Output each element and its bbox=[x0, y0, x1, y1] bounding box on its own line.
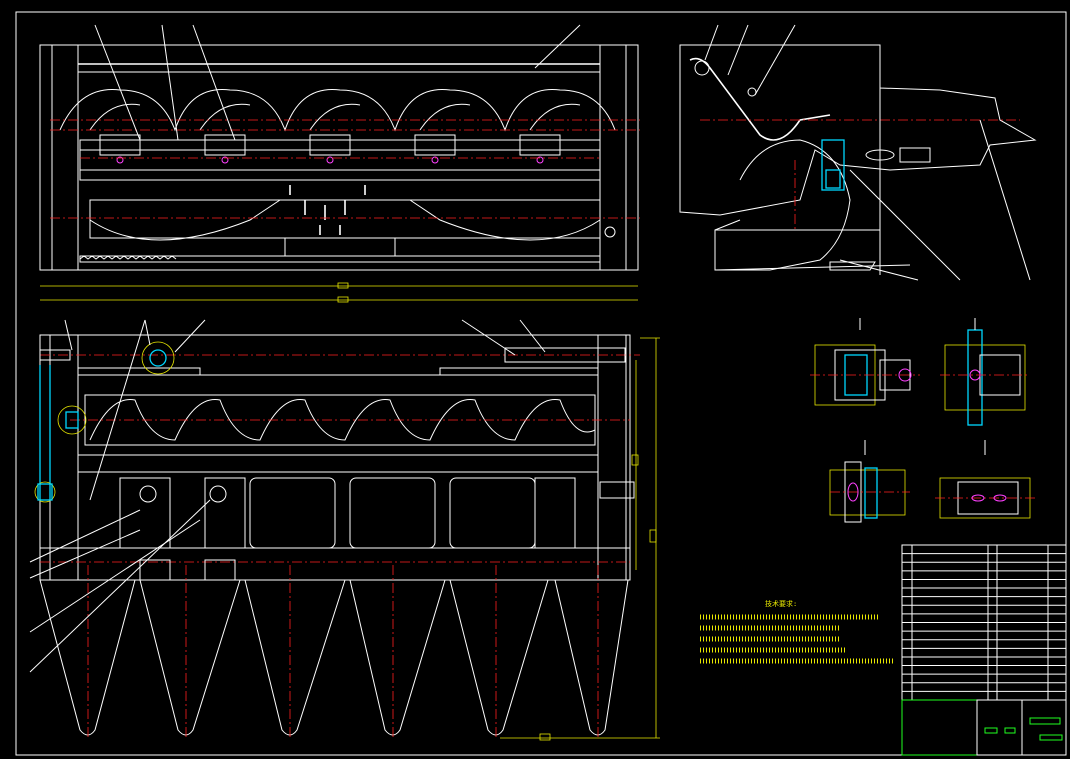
cad-drawing-canvas: 技术要求: bbox=[15, 11, 1067, 756]
detail-views bbox=[810, 318, 1035, 523]
front-view bbox=[39, 24, 640, 303]
technical-notes: 技术要求: bbox=[700, 599, 895, 664]
side-view bbox=[679, 24, 1037, 281]
top-view bbox=[29, 319, 660, 741]
title-block bbox=[901, 544, 1067, 756]
drawing-border bbox=[15, 11, 1067, 756]
notes-title: 技术要求: bbox=[765, 599, 797, 608]
